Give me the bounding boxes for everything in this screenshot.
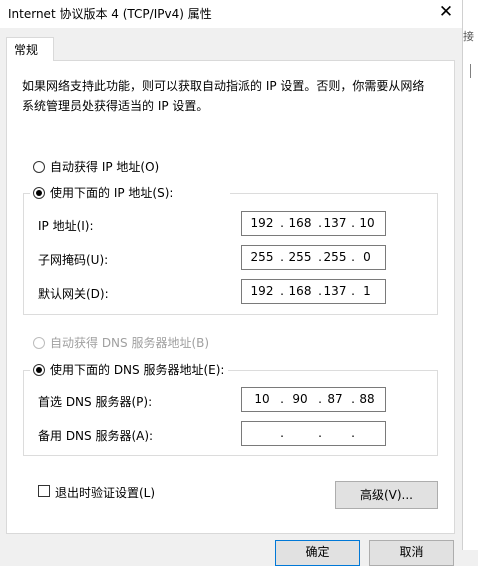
auto-dns-radio — [33, 337, 45, 349]
alternate-dns-input[interactable]: . . . — [241, 421, 386, 446]
auto-ip-radio[interactable] — [33, 161, 45, 173]
tab-general[interactable]: 常规 — [6, 37, 54, 61]
preferred-dns-label: 首选 DNS 服务器(P): — [38, 395, 153, 409]
close-button[interactable]: ✕ — [432, 2, 460, 24]
manual-dns-label[interactable]: 使用下面的 DNS 服务器地址(E): — [50, 361, 224, 378]
default-gateway-label: 默认网关(D): — [38, 287, 109, 301]
title-bar: Internet 协议版本 4 (TCP/IPv4) 属性 ✕ — [0, 0, 462, 28]
window-title: Internet 协议版本 4 (TCP/IPv4) 属性 — [8, 7, 212, 21]
subnet-mask-input[interactable]: 255 . 255 . 255 . 0 — [241, 245, 386, 270]
ip-address-label: IP 地址(I): — [38, 219, 94, 233]
manual-dns-radio[interactable] — [33, 364, 45, 376]
description-text: 如果网络支持此功能，则可以获取自动指派的 IP 设置。否则，你需要从网络系统管理… — [22, 79, 425, 113]
ok-button[interactable]: 确定 — [275, 540, 360, 566]
manual-ip-label[interactable]: 使用下面的 IP 地址(S): — [50, 184, 173, 201]
cancel-button[interactable]: 取消 — [369, 540, 454, 566]
validate-settings-label[interactable]: 退出时验证设置(L) — [55, 484, 155, 501]
background-window-cursor — [470, 64, 471, 78]
auto-dns-label: 自动获得 DNS 服务器地址(B) — [50, 336, 210, 350]
advanced-button[interactable]: 高级(V)... — [335, 481, 438, 509]
auto-ip-label[interactable]: 自动获得 IP 地址(O) — [50, 158, 159, 175]
preferred-dns-input[interactable]: 10 . 90 . 87 . 88 — [241, 387, 386, 412]
background-window-edge — [462, 0, 478, 550]
alternate-dns-label: 备用 DNS 服务器(A): — [38, 429, 154, 443]
validate-settings-checkbox[interactable] — [38, 485, 50, 497]
background-window-text: 接 — [463, 30, 474, 43]
default-gateway-input[interactable]: 192 . 168 . 137 . 1 — [241, 279, 386, 304]
subnet-mask-label: 子网掩码(U): — [38, 253, 109, 267]
manual-ip-radio[interactable] — [33, 187, 45, 199]
ip-address-input[interactable]: 192 . 168 . 137 . 10 — [241, 211, 386, 236]
